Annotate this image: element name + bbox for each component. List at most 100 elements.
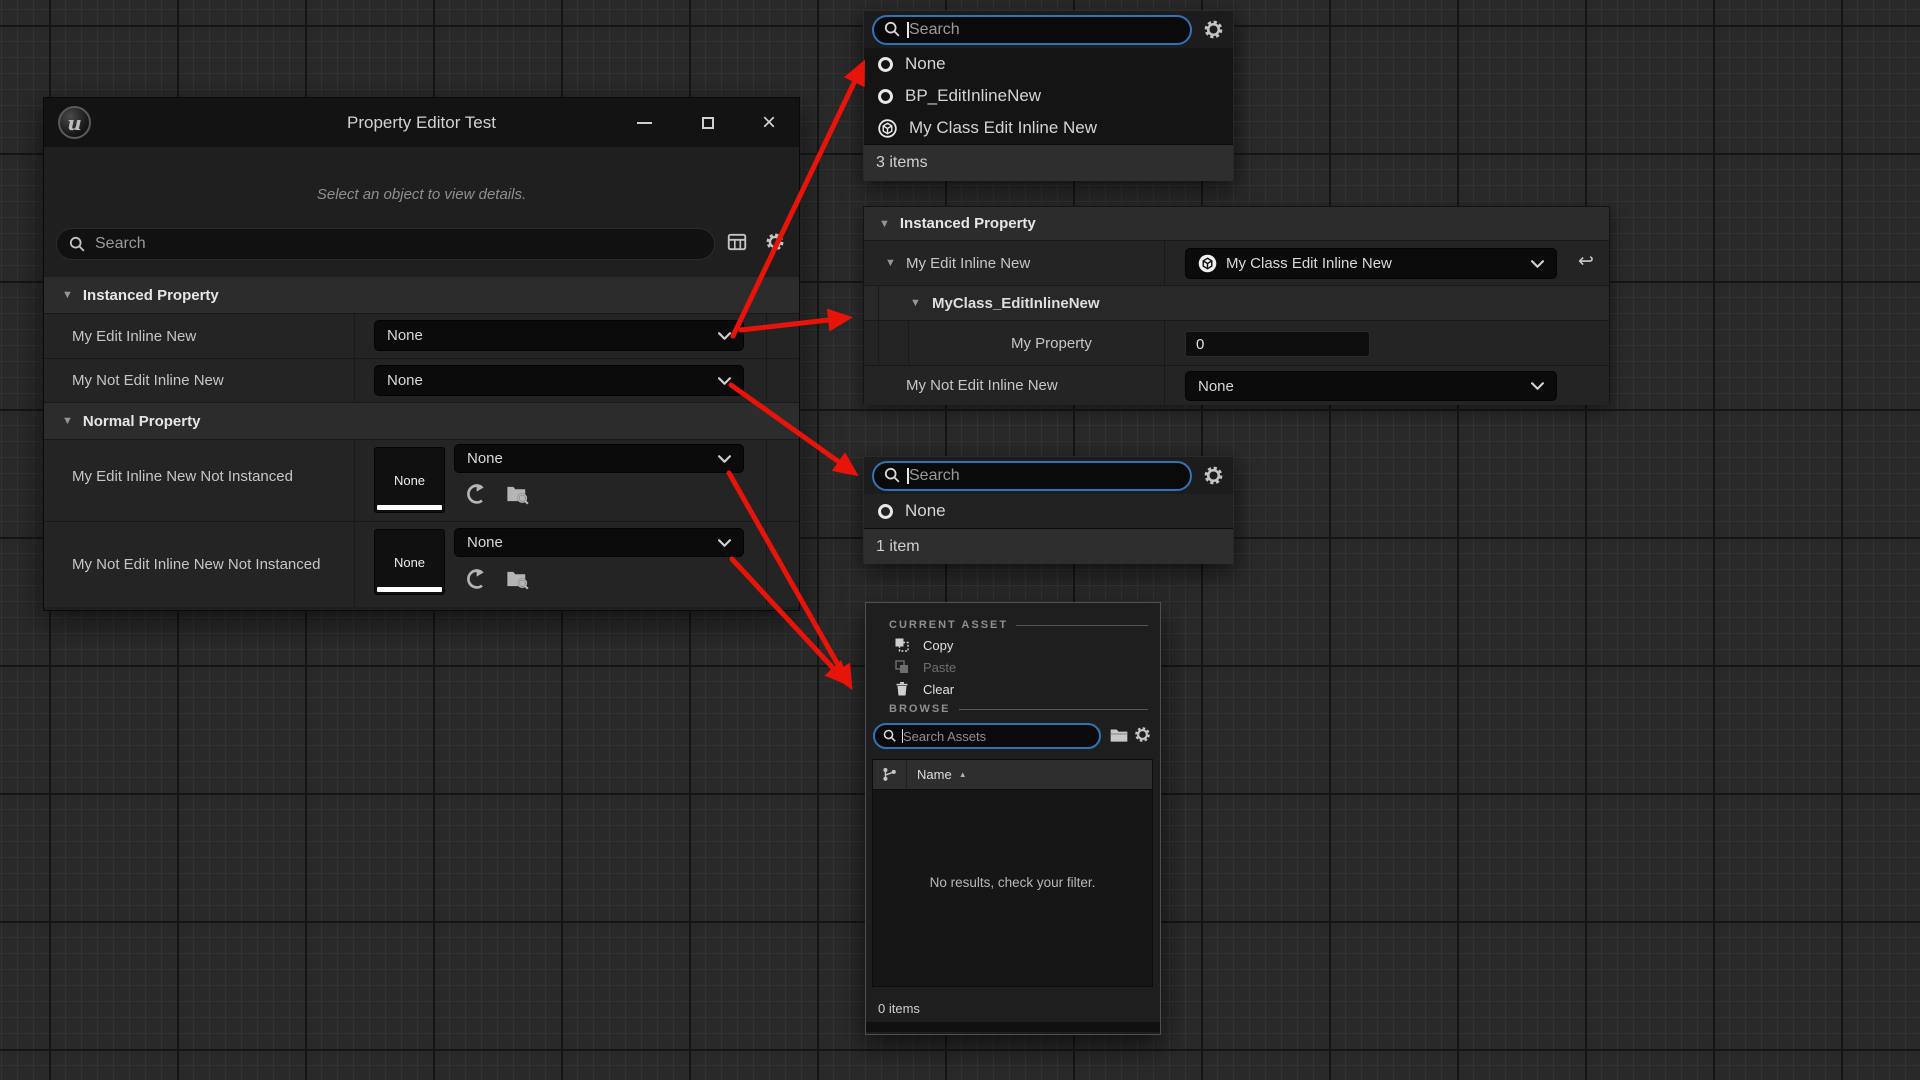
dropdown-value: My Class Edit Inline New — [1226, 255, 1392, 272]
text-caret — [902, 729, 903, 743]
section-normal-property[interactable]: ▼ Normal Property — [44, 403, 799, 440]
popup-search-input[interactable] — [909, 21, 1180, 39]
popup-item-count: 3 items — [864, 144, 1233, 181]
asset-list-header: Name ▲ — [873, 760, 1152, 790]
property-label: My Edit Inline New Not Instanced — [72, 468, 293, 485]
class-picker-settings-gear-icon[interactable] — [1202, 464, 1225, 487]
minimize-button[interactable] — [621, 98, 667, 147]
maximize-button[interactable] — [685, 98, 731, 147]
column-label: Name — [917, 767, 952, 782]
chevron-down-icon — [718, 377, 731, 385]
reset-to-default-icon[interactable]: ↩ — [1578, 250, 1594, 273]
option-label: None — [905, 54, 946, 74]
thumbnail-label: None — [394, 555, 425, 570]
maximize-icon — [702, 117, 714, 129]
class-ring-icon — [878, 504, 893, 519]
popup-item-count: 1 item — [864, 528, 1233, 564]
use-selected-icon[interactable] — [464, 567, 488, 591]
section-label: Instanced Property — [900, 215, 1036, 232]
details-search-bar[interactable] — [56, 228, 715, 260]
class-picker-settings-gear-icon[interactable] — [1202, 18, 1225, 41]
property-label: My Property — [1011, 335, 1092, 352]
class-option-none[interactable]: None — [864, 48, 1233, 80]
browse-to-asset-icon[interactable] — [505, 482, 530, 506]
copy-menu-item[interactable]: Copy — [894, 637, 953, 653]
asset-thumbnail[interactable]: None — [374, 447, 445, 513]
dropdown-value: None — [387, 327, 423, 344]
my-property-input[interactable] — [1186, 332, 1369, 356]
close-icon: × — [762, 109, 776, 137]
settings-gear-icon[interactable] — [764, 231, 786, 253]
class-cube-icon — [878, 119, 897, 138]
chevron-down-icon — [718, 332, 731, 340]
asset-dropdown[interactable]: None — [454, 528, 744, 557]
menu-item-label: Clear — [923, 682, 954, 697]
collapse-triangle-icon: ▼ — [62, 415, 73, 427]
class-ring-icon — [878, 57, 893, 72]
dropdown-value: None — [387, 372, 423, 389]
browse-to-asset-icon[interactable] — [505, 567, 530, 591]
text-caret — [907, 22, 909, 38]
path-picker-folder-icon[interactable] — [1109, 726, 1129, 744]
panel-row-my-property: My Property — [864, 321, 1609, 366]
section-instanced-property[interactable]: ▼ Instanced Property — [44, 277, 799, 314]
property-label: My Edit Inline New — [906, 255, 1030, 272]
property-label: My Not Edit Inline New Not Instanced — [72, 556, 320, 573]
asset-search-bar[interactable] — [873, 723, 1101, 749]
asset-dropdown[interactable]: None — [454, 444, 744, 473]
my-not-edit-inline-new-dropdown[interactable]: None — [1185, 371, 1557, 401]
display-filter-icon[interactable] — [726, 231, 748, 253]
browse-section-label: BROWSE — [889, 703, 951, 715]
row-my-not-edit-inline-new-not-instanced: My Not Edit Inline New Not Instanced Non… — [44, 522, 799, 607]
search-input[interactable] — [95, 235, 702, 253]
hierarchy-icon — [882, 767, 897, 782]
expander-triangle-icon[interactable]: ▼ — [885, 257, 896, 269]
dropdown-value: None — [467, 450, 503, 467]
class-option-bp-editinlinenew[interactable]: BP_EditInlineNew — [864, 80, 1233, 112]
instanced-property-panel: ▼ Instanced Property ▼ My Edit Inline Ne… — [863, 206, 1610, 404]
row-my-edit-inline-new-not-instanced: My Edit Inline New Not Instanced None No… — [44, 440, 799, 522]
my-property-value-box — [1185, 331, 1370, 357]
column-settings-button[interactable] — [873, 760, 907, 789]
property-editor-window: u Property Editor Test × Select an objec… — [43, 97, 800, 611]
panel-section-instanced-property[interactable]: ▼ Instanced Property — [864, 207, 1609, 241]
panel-row-my-not-edit-inline-new: My Not Edit Inline New None — [864, 366, 1609, 405]
trash-icon — [894, 681, 910, 697]
property-label: My Not Edit Inline New — [906, 377, 1058, 394]
class-option-my-class-edit-inline-new[interactable]: My Class Edit Inline New — [864, 112, 1233, 144]
row-my-not-edit-inline-new: My Not Edit Inline New None — [44, 359, 799, 403]
chevron-down-icon — [718, 539, 731, 547]
close-button[interactable]: × — [746, 98, 792, 147]
section-divider — [1016, 625, 1148, 626]
popup-search-bar[interactable] — [872, 15, 1192, 45]
paste-icon — [894, 659, 910, 675]
popup-search-input[interactable] — [909, 467, 1180, 485]
collapse-triangle-icon: ▼ — [910, 297, 921, 309]
current-asset-section-label: CURRENT ASSET — [889, 619, 1008, 631]
asset-search-input[interactable] — [903, 729, 1091, 744]
my-edit-inline-new-class-dropdown[interactable]: My Class Edit Inline New — [1185, 248, 1557, 279]
paste-menu-item: Paste — [894, 659, 956, 675]
menu-item-label: Paste — [923, 660, 956, 675]
my-edit-inline-new-dropdown[interactable]: None — [374, 320, 744, 351]
search-icon — [884, 467, 901, 484]
text-caret — [907, 468, 909, 484]
property-label: My Not Edit Inline New — [72, 372, 224, 389]
my-not-edit-inline-new-dropdown[interactable]: None — [374, 365, 744, 396]
panel-subobject-header[interactable]: ▼ MyClass_EditInlineNew — [864, 286, 1609, 321]
sort-ascending-icon: ▲ — [959, 770, 967, 779]
clear-menu-item[interactable]: Clear — [894, 681, 954, 697]
no-results-message: No results, check your filter. — [873, 875, 1152, 890]
window-titlebar[interactable]: u Property Editor Test × — [44, 98, 799, 147]
class-picker-popup: None BP_EditInlineNew My Class Edit Inli… — [863, 10, 1234, 180]
property-label: My Edit Inline New — [72, 328, 196, 345]
class-option-none[interactable]: None — [864, 494, 1233, 528]
use-selected-icon[interactable] — [464, 482, 488, 506]
asset-view-settings-gear-icon[interactable] — [1133, 725, 1152, 744]
scrollbar-track[interactable] — [866, 1022, 1160, 1032]
subobject-class-label: MyClass_EditInlineNew — [932, 295, 1100, 312]
popup-search-bar[interactable] — [872, 461, 1192, 491]
asset-thumbnail[interactable]: None — [374, 529, 445, 595]
option-label: BP_EditInlineNew — [905, 86, 1041, 106]
column-header-name[interactable]: Name ▲ — [907, 767, 967, 782]
